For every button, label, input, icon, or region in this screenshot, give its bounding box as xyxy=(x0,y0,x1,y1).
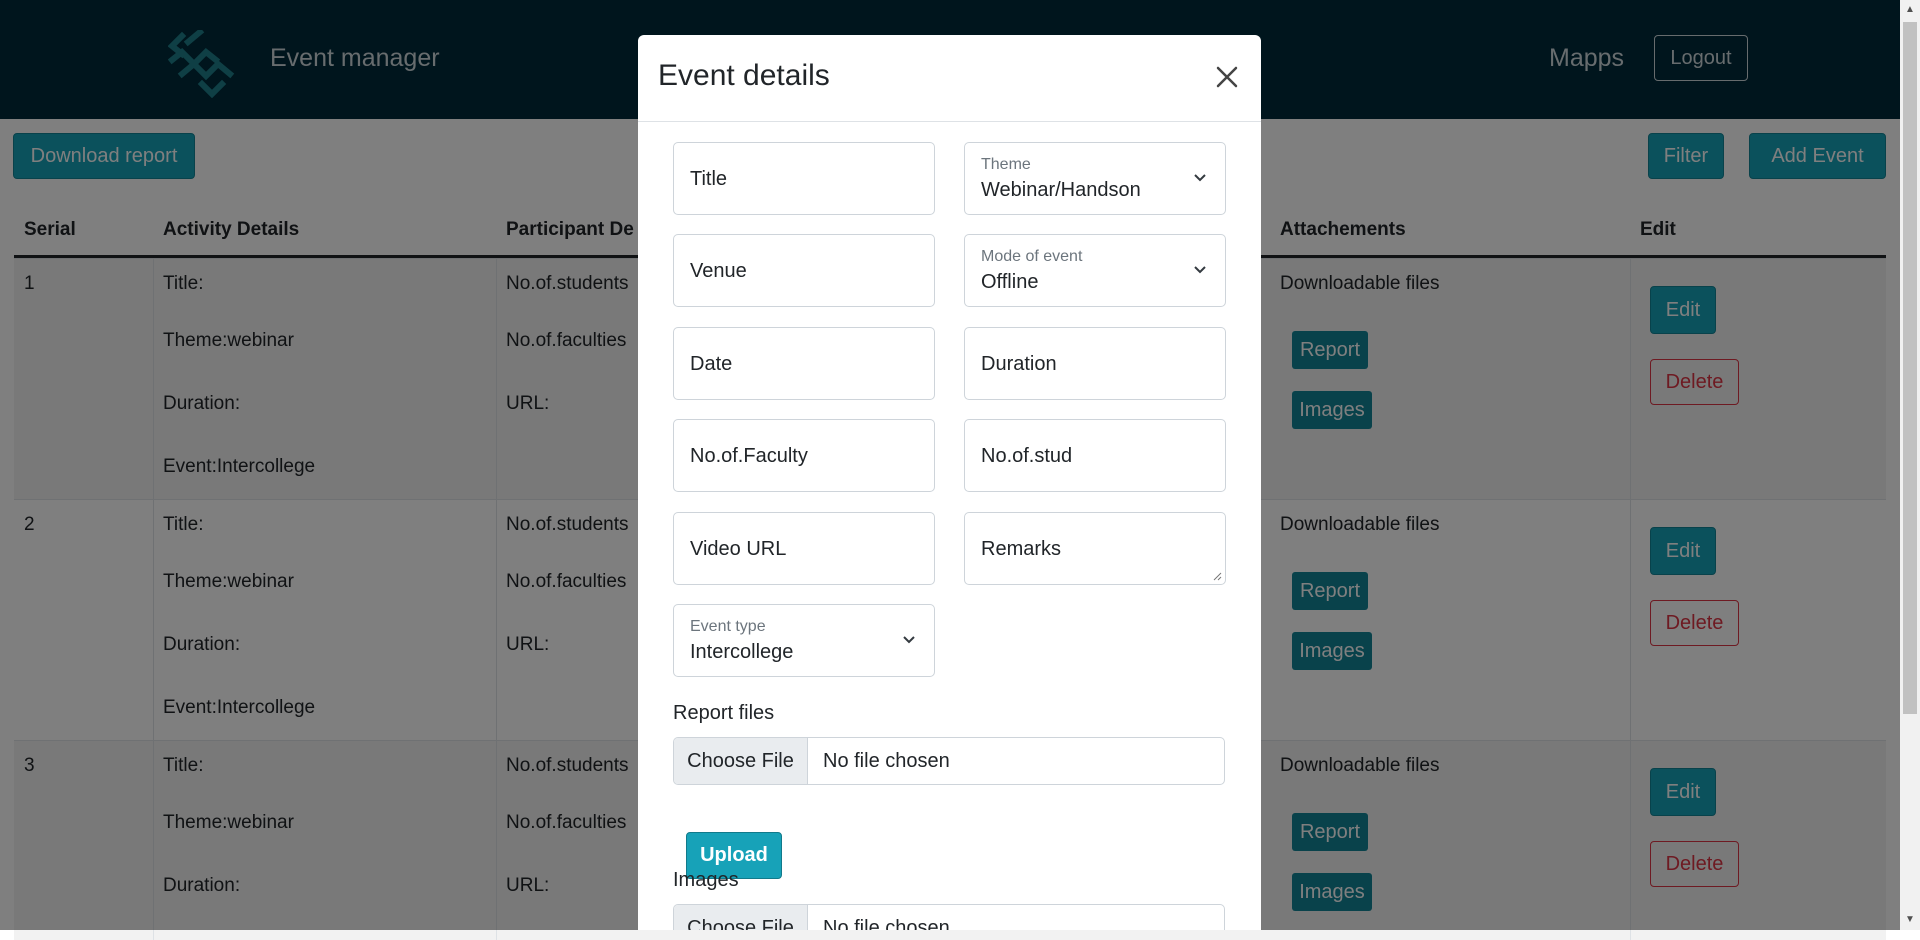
report-file-input[interactable]: Choose File No file chosen xyxy=(673,737,1225,785)
scroll-thumb[interactable] xyxy=(1903,22,1917,714)
chevron-down-icon xyxy=(1194,174,1206,182)
page-scrollbar[interactable]: ▲ ▼ xyxy=(1900,0,1920,930)
title-placeholder: Title xyxy=(690,168,728,190)
theme-value: Webinar/Handson xyxy=(981,179,1141,201)
chevron-down-icon xyxy=(1194,266,1206,274)
video-url-input[interactable]: Video URL xyxy=(673,512,935,585)
remarks-textarea[interactable]: Remarks xyxy=(964,512,1226,585)
stud-placeholder: No.of.stud xyxy=(981,445,1073,467)
images-file-input[interactable]: Choose File No file chosen xyxy=(673,904,1225,930)
venue-input[interactable]: Venue xyxy=(673,234,935,307)
close-icon[interactable] xyxy=(1207,57,1247,97)
choose-file-button[interactable]: Choose File xyxy=(674,738,808,784)
modal-title: Event details xyxy=(658,59,830,92)
chevron-down-icon xyxy=(903,636,915,644)
images-label: Images xyxy=(673,869,739,891)
resize-grip-icon[interactable] xyxy=(1212,571,1222,581)
venue-placeholder: Venue xyxy=(690,260,747,282)
duration-placeholder: Duration xyxy=(981,353,1057,375)
faculty-count-input[interactable]: No.of.Faculty xyxy=(673,419,935,492)
mode-label: Mode of event xyxy=(981,248,1083,265)
mode-of-event-select[interactable]: Mode of event Offline xyxy=(964,234,1226,307)
duration-input[interactable]: Duration xyxy=(964,327,1226,400)
theme-select[interactable]: Theme Webinar/Handson xyxy=(964,142,1226,215)
scroll-down-arrow-icon[interactable]: ▼ xyxy=(1900,910,1920,930)
event-type-label: Event type xyxy=(690,618,766,635)
no-file-text: No file chosen xyxy=(823,750,950,772)
choose-file-button[interactable]: Choose File xyxy=(674,905,808,930)
mode-value: Offline xyxy=(981,271,1039,293)
no-file-text: No file chosen xyxy=(823,917,950,930)
theme-label: Theme xyxy=(981,156,1031,173)
event-type-select[interactable]: Event type Intercollege xyxy=(673,604,935,677)
report-files-label: Report files xyxy=(673,702,775,724)
video-placeholder: Video URL xyxy=(690,538,787,560)
title-input[interactable]: Title xyxy=(673,142,935,215)
date-placeholder: Date xyxy=(690,353,733,375)
event-details-modal: Event details Title Theme Webinar/Handso… xyxy=(638,35,1261,930)
date-input[interactable]: Date xyxy=(673,327,935,400)
event-type-value: Intercollege xyxy=(690,641,794,663)
modal-header: Event details xyxy=(638,35,1261,122)
faculty-placeholder: No.of.Faculty xyxy=(690,445,808,467)
scroll-up-arrow-icon[interactable]: ▲ xyxy=(1900,0,1920,20)
remarks-placeholder: Remarks xyxy=(981,538,1062,560)
student-count-input[interactable]: No.of.stud xyxy=(964,419,1226,492)
